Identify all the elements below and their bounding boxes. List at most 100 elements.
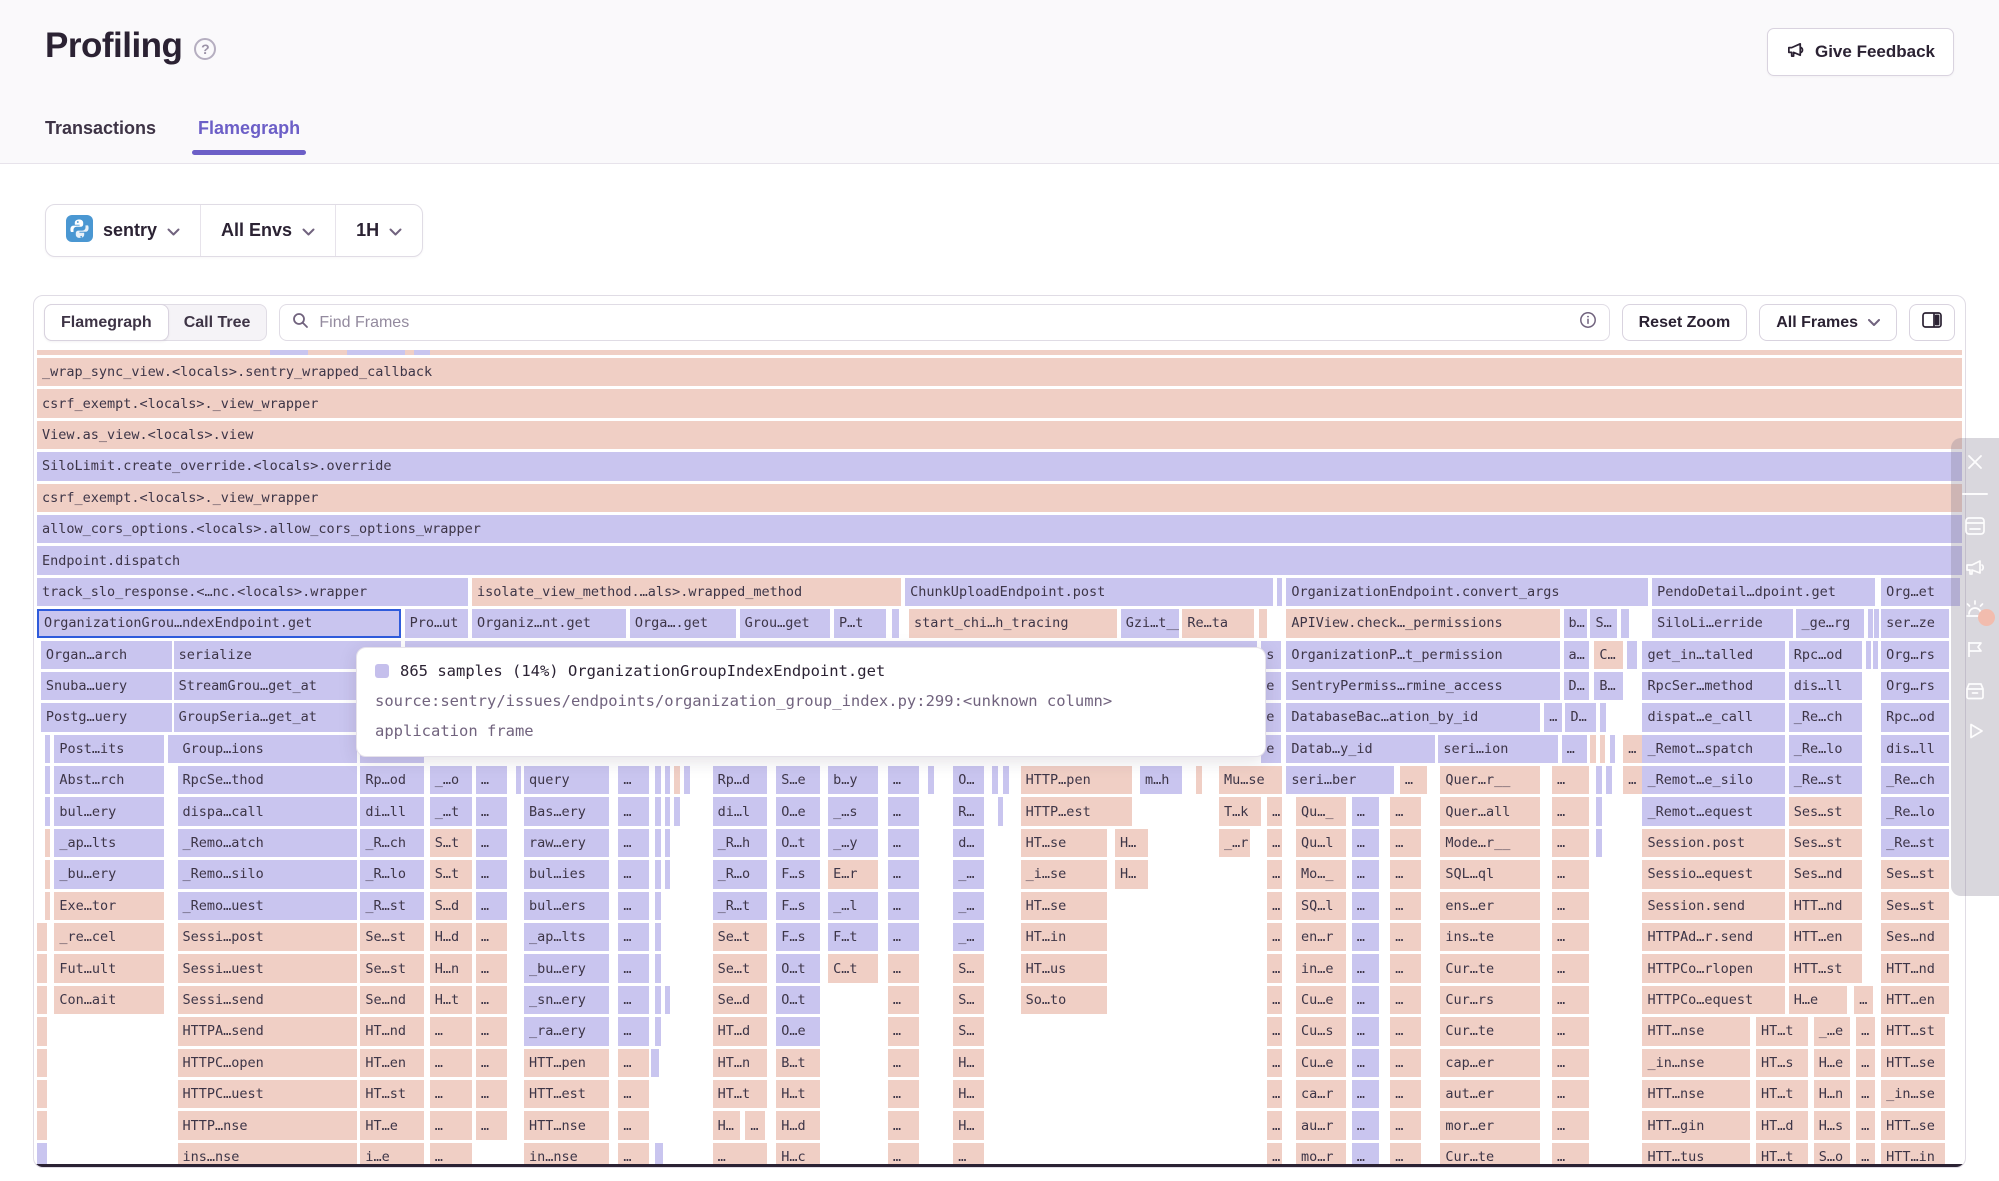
flame-cell[interactable]: HTT…nse — [1642, 1017, 1750, 1045]
flame-cell[interactable] — [1259, 609, 1267, 637]
tab-transactions[interactable]: Transactions — [45, 118, 156, 155]
flame-cell[interactable]: _Remo…atch — [178, 829, 357, 857]
flame-cell[interactable]: _Re…ch — [1881, 766, 1948, 794]
flame-cell[interactable]: S…t — [430, 829, 472, 857]
flame-cell[interactable]: HTTPCo…equest — [1642, 986, 1784, 1014]
flame-cell[interactable]: Postg…uery — [41, 703, 172, 731]
flame-cell[interactable]: HTT…nse — [524, 1111, 609, 1139]
flame-cell[interactable] — [655, 954, 661, 982]
flame-cell[interactable]: HTTP…est — [1021, 797, 1133, 825]
flame-cell[interactable]: HTT…pen — [524, 1049, 609, 1077]
flame-cell[interactable]: Endpoint.dispatch — [37, 546, 1962, 574]
flame-cell[interactable]: … — [430, 1049, 472, 1077]
flame-cell[interactable]: dispa…call — [178, 797, 357, 825]
flame-cell[interactable]: SiloLi…erride — [1652, 609, 1793, 637]
flame-cell[interactable] — [655, 892, 661, 920]
flame-cell[interactable]: … — [1352, 829, 1379, 857]
time-range-selector[interactable]: 1H — [335, 205, 422, 256]
flame-cell[interactable]: Sessi…send — [178, 986, 357, 1014]
flame-cell[interactable]: … — [618, 766, 649, 794]
flame-cell[interactable]: HT…en — [360, 1049, 424, 1077]
flame-cell[interactable]: HT…se — [1021, 892, 1108, 920]
flame-cell[interactable]: H…n — [1814, 1080, 1851, 1108]
flame-cell[interactable]: … — [618, 797, 649, 825]
flame-cell[interactable]: … — [1400, 766, 1427, 794]
flame-cell[interactable]: … — [1352, 1111, 1379, 1139]
flame-cell[interactable]: bul…ery — [54, 797, 164, 825]
view-calltree-button[interactable]: Call Tree — [168, 304, 267, 341]
flame-cell[interactable] — [1600, 703, 1606, 731]
flame-cell[interactable]: OrganizationP…t_permission — [1286, 641, 1559, 669]
flame-cell[interactable]: O…e — [776, 797, 820, 825]
flame-cell[interactable]: … — [430, 1080, 472, 1108]
flame-cell[interactable]: _ge…rg — [1796, 609, 1863, 637]
flame-cell[interactable]: S…e — [776, 766, 820, 794]
flame-cell[interactable]: HTTP…pen — [1021, 766, 1133, 794]
flame-cell[interactable]: S… — [953, 954, 984, 982]
flame-cell[interactable]: HT…se — [1021, 829, 1108, 857]
flame-cell[interactable]: … — [888, 892, 919, 920]
flame-cell[interactable]: … — [1552, 986, 1589, 1014]
flame-cell[interactable]: _Remo…silo — [178, 860, 357, 888]
flame-cell[interactable]: … — [1552, 829, 1589, 857]
flame-cell[interactable]: … — [1267, 860, 1282, 888]
flame-cell[interactable]: Cur…te — [1440, 954, 1540, 982]
flame-cell[interactable]: _ap…lts — [54, 829, 164, 857]
flame-cell[interactable]: … — [1854, 986, 1873, 1014]
flame-cell[interactable]: m…h — [1140, 766, 1182, 794]
flame-cell[interactable]: H…d — [776, 1111, 820, 1139]
flame-cell[interactable]: … — [1856, 1049, 1875, 1077]
flame-cell[interactable]: H…n — [430, 954, 472, 982]
flame-cell[interactable]: _R…st — [360, 892, 424, 920]
flame-cell[interactable] — [1196, 766, 1202, 794]
alarm-icon[interactable] — [1964, 598, 1986, 618]
flame-cell[interactable]: Group…ions — [178, 735, 357, 763]
flame-cell[interactable]: … — [618, 829, 649, 857]
flame-cell[interactable]: _ra…ery — [524, 1017, 609, 1045]
flame-cell[interactable]: SentryPermiss…rmine_access — [1286, 672, 1559, 700]
flame-cell[interactable]: … — [1544, 703, 1561, 731]
flame-cell[interactable]: … — [1352, 1080, 1379, 1108]
flame-cell[interactable]: … — [1552, 1049, 1589, 1077]
flame-cell[interactable] — [655, 766, 661, 794]
flame-cell[interactable]: S…d — [430, 892, 472, 920]
flame-cell[interactable]: S… — [953, 1017, 984, 1045]
flame-cell[interactable]: _Re…st — [1789, 766, 1862, 794]
flame-cell[interactable]: … — [1390, 923, 1421, 951]
flame-cell[interactable]: H…e — [1814, 1049, 1851, 1077]
flame-cell[interactable]: … — [1552, 923, 1589, 951]
flame-cell[interactable]: … — [1267, 829, 1282, 857]
flame-cell[interactable]: HTTPCo…rlopen — [1642, 954, 1784, 982]
flame-cell[interactable]: mor…er — [1440, 1111, 1540, 1139]
flame-cell[interactable]: … — [1352, 986, 1379, 1014]
flame-cell[interactable]: d… — [953, 829, 984, 857]
flame-cell[interactable] — [37, 1049, 47, 1077]
flame-cell[interactable]: HTTP…nse — [178, 1111, 357, 1139]
info-icon[interactable] — [1579, 311, 1597, 334]
flame-cell[interactable]: Cur…rs — [1440, 986, 1540, 1014]
flame-cell[interactable]: … — [1390, 1111, 1421, 1139]
flame-cell[interactable]: R… — [953, 797, 984, 825]
flame-cell[interactable]: HT…nd — [360, 1017, 424, 1045]
flame-cell[interactable]: RpcSer…method — [1642, 672, 1784, 700]
reset-zoom-button[interactable]: Reset Zoom — [1622, 304, 1748, 341]
flame-cell[interactable]: in…e — [1296, 954, 1346, 982]
flame-cell[interactable] — [674, 797, 680, 825]
flame-cell[interactable]: … — [1267, 1080, 1282, 1108]
flame-cell[interactable] — [414, 350, 429, 355]
flame-cell[interactable]: au…r — [1296, 1111, 1346, 1139]
flame-cell[interactable]: Org…rs — [1881, 641, 1948, 669]
flame-cell[interactable] — [45, 735, 51, 763]
flame-cell[interactable]: … — [888, 1080, 919, 1108]
find-frames-search[interactable] — [279, 304, 1609, 341]
flame-cell[interactable]: raw…ery — [524, 829, 609, 857]
flame-cell[interactable]: Orga….get — [630, 609, 736, 637]
flame-cell[interactable] — [1600, 735, 1605, 763]
flame-cell[interactable]: … — [888, 1049, 919, 1077]
flame-cell[interactable]: Se…nd — [360, 986, 424, 1014]
flame-cell[interactable]: Sessio…equest — [1642, 860, 1784, 888]
flame-cell[interactable]: … — [476, 986, 507, 1014]
flame-cell[interactable] — [1596, 829, 1602, 857]
flame-cell[interactable]: D… — [1565, 703, 1596, 731]
flame-cell[interactable] — [37, 1080, 47, 1108]
